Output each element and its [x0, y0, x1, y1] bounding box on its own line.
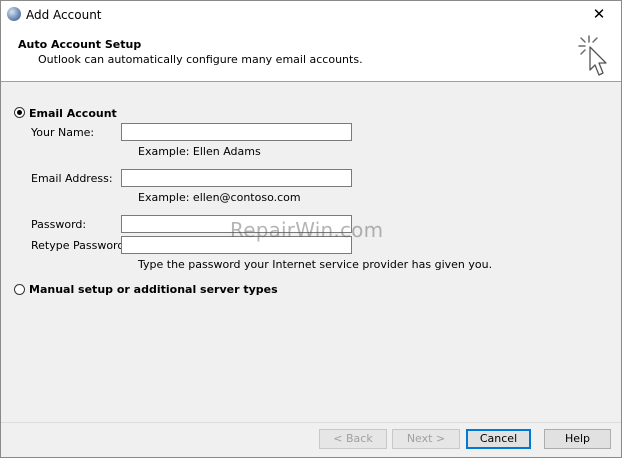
outlook-app-icon: [7, 7, 21, 21]
email-account-radio[interactable]: [14, 107, 25, 118]
add-account-dialog: Add Account ✕ Auto Account Setup Outlook…: [0, 0, 622, 458]
your-name-example: Example: Ellen Adams: [138, 145, 261, 158]
email-address-label: Email Address:: [31, 172, 113, 185]
password-hint: Type the password your Internet service …: [138, 258, 493, 271]
email-account-label[interactable]: Email Account: [29, 107, 117, 120]
title-bar: Add Account ✕: [1, 1, 621, 29]
your-name-label: Your Name:: [31, 126, 95, 139]
back-button[interactable]: < Back: [319, 429, 387, 449]
manual-setup-label[interactable]: Manual setup or additional server types: [29, 283, 278, 296]
watermark-text: RepairWin.com: [230, 218, 384, 242]
close-button[interactable]: ✕: [577, 1, 621, 29]
your-name-input[interactable]: [121, 123, 352, 141]
manual-setup-radio[interactable]: [14, 284, 25, 295]
password-label: Password:: [31, 218, 87, 231]
cancel-button[interactable]: Cancel: [466, 429, 531, 449]
help-button[interactable]: Help: [544, 429, 611, 449]
header-subtitle: Outlook can automatically configure many…: [38, 53, 363, 66]
window-title: Add Account: [26, 8, 102, 22]
footer-divider: [1, 422, 621, 423]
retype-password-label: Retype Password:: [31, 239, 129, 252]
dialog-header: Auto Account Setup Outlook can automatic…: [1, 29, 621, 82]
next-button[interactable]: Next >: [392, 429, 460, 449]
email-address-example: Example: ellen@contoso.com: [138, 191, 301, 204]
wizard-cursor-icon: [578, 35, 607, 76]
header-title: Auto Account Setup: [18, 38, 142, 51]
email-address-input[interactable]: [121, 169, 352, 187]
